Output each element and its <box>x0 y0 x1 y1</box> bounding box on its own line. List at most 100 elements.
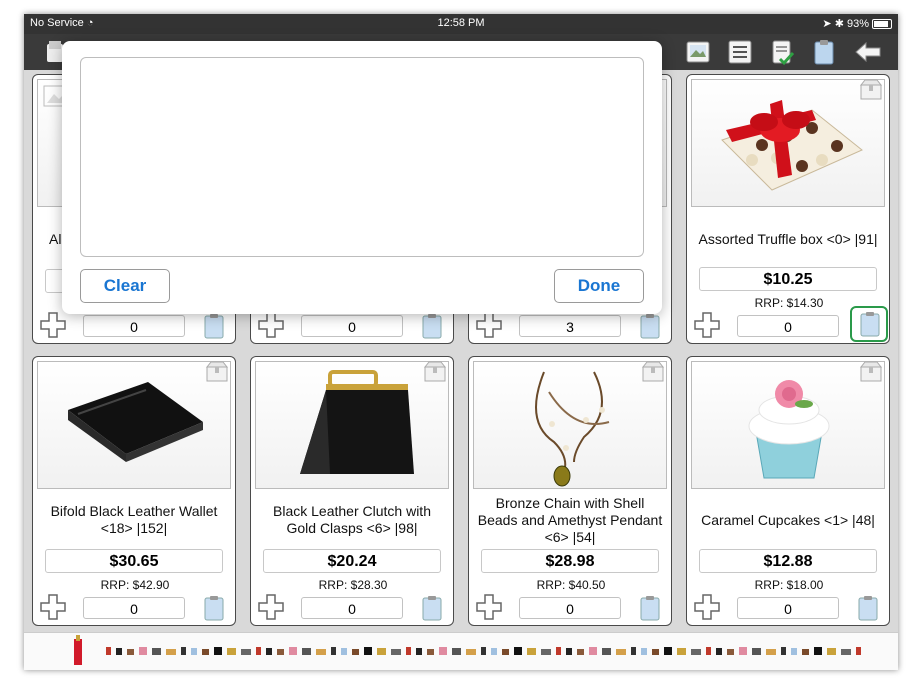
add-icon[interactable] <box>693 311 721 339</box>
product-thumbnail[interactable] <box>166 649 176 655</box>
product-thumbnail[interactable] <box>341 648 347 655</box>
product-thumbnail[interactable] <box>481 647 486 655</box>
product-thumbnail[interactable] <box>652 649 659 655</box>
product-thumbnail[interactable] <box>277 649 284 655</box>
note-clipboard-icon[interactable] <box>421 313 443 339</box>
product-thumbnail[interactable] <box>452 648 461 655</box>
product-card[interactable]: Assorted Truffle box <0> |91| $10.25 RRP… <box>686 74 890 344</box>
add-icon[interactable] <box>39 311 67 339</box>
product-thumbnail[interactable] <box>416 648 422 655</box>
done-button[interactable]: Done <box>554 269 644 303</box>
product-thumbnail[interactable] <box>556 647 561 655</box>
product-thumbnail[interactable] <box>106 647 111 655</box>
product-thumbnail[interactable] <box>577 649 584 655</box>
note-clipboard-icon[interactable] <box>203 313 225 339</box>
note-clipboard-icon[interactable] <box>857 595 879 621</box>
back-arrow-icon[interactable] <box>854 38 882 66</box>
product-thumbnail[interactable] <box>241 649 251 655</box>
product-thumbnail[interactable] <box>527 648 536 655</box>
product-thumbnail[interactable] <box>377 648 386 655</box>
notes-textarea[interactable] <box>80 57 644 257</box>
product-thumbnail[interactable] <box>739 647 747 655</box>
product-thumbnail[interactable] <box>641 648 647 655</box>
order-approved-icon[interactable] <box>768 38 796 66</box>
product-thumbnail[interactable] <box>427 649 434 655</box>
add-icon[interactable] <box>257 593 285 621</box>
add-icon[interactable] <box>39 593 67 621</box>
product-thumbnail[interactable] <box>514 647 522 655</box>
add-icon[interactable] <box>257 311 285 339</box>
product-thumbnail[interactable] <box>716 648 722 655</box>
product-thumbnail[interactable] <box>791 648 797 655</box>
add-icon[interactable] <box>475 311 503 339</box>
product-thumbnail[interactable] <box>602 648 611 655</box>
product-thumbnail[interactable] <box>152 648 161 655</box>
note-clipboard-icon[interactable] <box>639 595 661 621</box>
product-thumbnail[interactable] <box>352 649 359 655</box>
product-thumbnail[interactable] <box>191 648 197 655</box>
quantity-field[interactable]: 0 <box>519 597 621 619</box>
quantity-field[interactable]: 0 <box>301 315 403 337</box>
product-thumbnail[interactable] <box>706 647 711 655</box>
product-thumbnail[interactable] <box>802 649 809 655</box>
product-thumbnail[interactable] <box>814 647 822 655</box>
quantity-field[interactable]: 0 <box>737 597 839 619</box>
product-thumbnail-strip[interactable] <box>24 632 898 670</box>
product-card[interactable]: Caramel Cupcakes <1> |48| $12.88 RRP: $1… <box>686 356 890 626</box>
product-thumbnail[interactable] <box>181 647 186 655</box>
product-thumbnail[interactable] <box>691 649 701 655</box>
product-thumbnail[interactable] <box>541 649 551 655</box>
note-clipboard-icon[interactable] <box>639 313 661 339</box>
add-icon[interactable] <box>693 593 721 621</box>
product-thumbnail[interactable] <box>727 649 734 655</box>
product-thumbnail[interactable] <box>214 647 222 655</box>
product-thumbnail[interactable] <box>316 649 326 655</box>
product-thumbnail[interactable] <box>364 647 372 655</box>
product-thumbnail[interactable] <box>302 648 311 655</box>
quantity-field[interactable]: 3 <box>519 315 621 337</box>
battery-icon <box>872 19 892 30</box>
product-thumbnail[interactable] <box>139 647 147 655</box>
product-thumbnail[interactable] <box>202 649 209 655</box>
clipboard-icon[interactable] <box>810 38 838 66</box>
product-thumbnail[interactable] <box>406 647 411 655</box>
product-thumbnail[interactable] <box>677 648 686 655</box>
product-thumbnail[interactable] <box>631 647 636 655</box>
product-card[interactable]: Bronze Chain with Shell Beads and Amethy… <box>468 356 672 626</box>
clear-button[interactable]: Clear <box>80 269 170 303</box>
product-thumbnail[interactable] <box>752 648 761 655</box>
add-icon[interactable] <box>475 593 503 621</box>
product-card[interactable]: Bifold Black Leather Wallet <18> |152| $… <box>32 356 236 626</box>
product-thumbnail[interactable] <box>502 649 509 655</box>
quantity-field[interactable]: 0 <box>301 597 403 619</box>
product-thumbnail[interactable] <box>664 647 672 655</box>
note-clipboard-icon-selected[interactable] <box>850 306 888 342</box>
note-clipboard-icon[interactable] <box>421 595 443 621</box>
product-thumbnail[interactable] <box>566 648 572 655</box>
quantity-field[interactable]: 0 <box>737 315 839 337</box>
product-thumbnail[interactable] <box>116 648 122 655</box>
product-thumbnail[interactable] <box>266 648 272 655</box>
product-thumbnail[interactable] <box>766 649 776 655</box>
product-thumbnail[interactable] <box>331 647 336 655</box>
product-thumbnail[interactable] <box>127 649 134 655</box>
product-thumbnail[interactable] <box>289 647 297 655</box>
product-card[interactable]: Black Leather Clutch with Gold Clasps <6… <box>250 356 454 626</box>
product-thumbnail[interactable] <box>827 648 836 655</box>
quantity-field[interactable]: 0 <box>83 597 185 619</box>
product-thumbnail[interactable] <box>439 647 447 655</box>
product-thumbnail[interactable] <box>491 648 497 655</box>
note-clipboard-icon[interactable] <box>203 595 225 621</box>
product-thumbnail[interactable] <box>227 648 236 655</box>
product-thumbnail[interactable] <box>616 649 626 655</box>
product-thumbnail[interactable] <box>256 647 261 655</box>
product-thumbnail[interactable] <box>391 649 401 655</box>
product-thumbnail[interactable] <box>781 647 786 655</box>
gallery-icon[interactable] <box>684 38 712 66</box>
product-thumbnail[interactable] <box>856 647 861 655</box>
list-icon[interactable] <box>726 38 754 66</box>
product-thumbnail[interactable] <box>589 647 597 655</box>
product-thumbnail[interactable] <box>466 649 476 655</box>
product-thumbnail[interactable] <box>841 649 851 655</box>
quantity-field[interactable]: 0 <box>83 315 185 337</box>
